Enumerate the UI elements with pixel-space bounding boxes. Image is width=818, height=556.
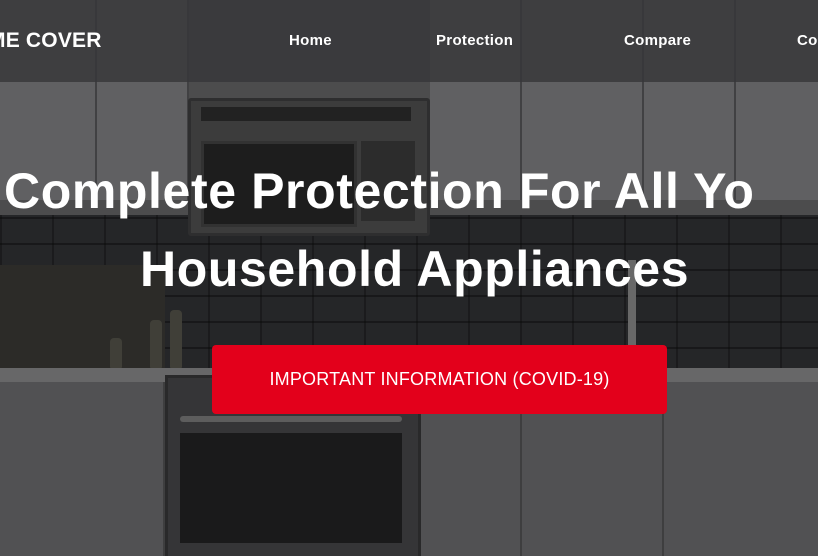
nav-protection-link[interactable]: Protection	[436, 32, 513, 49]
nav-home-link[interactable]: Home	[289, 32, 332, 49]
site-header: ME COVER Home Protection Compare Co	[0, 0, 818, 82]
nav-compare-link[interactable]: Compare	[624, 32, 691, 49]
hero-title-line-2: Household Appliances	[140, 241, 690, 297]
covid-information-button[interactable]: IMPORTANT INFORMATION (COVID-19)	[212, 345, 667, 414]
nav-contact-link[interactable]: Co	[797, 32, 818, 49]
hero-title-line-1: Complete Protection For All Yo	[4, 163, 755, 219]
site-logo[interactable]: ME COVER	[0, 29, 102, 53]
